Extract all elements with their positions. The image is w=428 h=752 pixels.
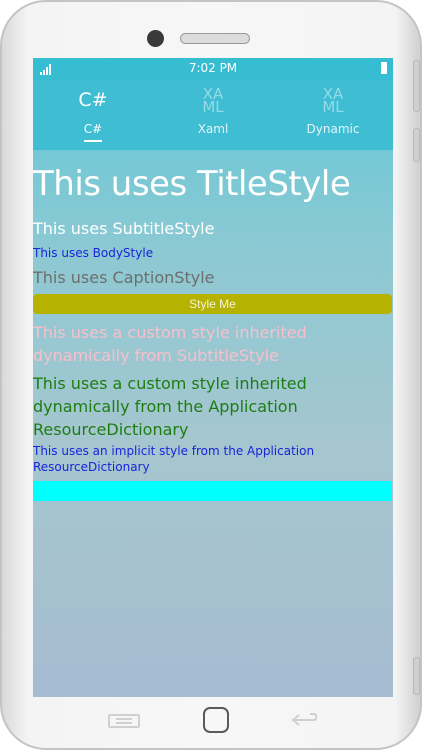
back-key-icon[interactable] (290, 712, 322, 732)
power-button[interactable] (413, 657, 420, 695)
cyan-entry-field[interactable] (33, 481, 392, 501)
tab-label: Dynamic (306, 122, 360, 136)
xaml-icon: XA ML (322, 85, 344, 116)
home-key-icon[interactable] (202, 706, 230, 738)
status-bar: 7:02 PM (33, 58, 393, 80)
style-me-button[interactable]: Style Me (33, 294, 392, 314)
implicit-style-label: This uses an implicit style from the App… (33, 444, 315, 474)
tab-xaml[interactable]: XA ML Xaml (153, 80, 273, 150)
battery-icon (381, 62, 387, 74)
custom-app-style-label: This uses a custom style inherited dynam… (33, 374, 307, 439)
earpiece-speaker (180, 33, 250, 44)
tab-csharp[interactable]: C# C# (33, 80, 153, 150)
status-time: 7:02 PM (188, 61, 238, 75)
caption-style-label: This uses CaptionStyle (33, 268, 215, 287)
custom-inherited-style-label: This uses a custom style inherited dynam… (33, 323, 307, 365)
title-style-label: This uses TitleStyle (33, 164, 351, 204)
front-camera (147, 30, 164, 47)
xaml-icon: XA ML (202, 85, 224, 116)
active-tab-indicator (84, 140, 102, 142)
tab-dynamic[interactable]: XA ML Dynamic (273, 80, 393, 150)
volume-up-button[interactable] (413, 60, 420, 112)
tab-bar: C# C# XA ML Xaml XA ML Dynamic (33, 80, 393, 150)
tab-label: Xaml (197, 122, 229, 136)
menu-key-icon[interactable] (108, 713, 140, 732)
screen: 7:02 PM C# C# XA ML Xaml XA ML Dynamic T… (33, 58, 393, 697)
subtitle-style-label: This uses SubtitleStyle (33, 219, 215, 238)
tab-label: C# (83, 122, 103, 136)
body-style-label: This uses BodyStyle (33, 246, 154, 260)
volume-down-button[interactable] (413, 128, 420, 162)
csharp-icon: C# (78, 89, 108, 111)
phone-frame: 7:02 PM C# C# XA ML Xaml XA ML Dynamic T… (0, 0, 422, 750)
